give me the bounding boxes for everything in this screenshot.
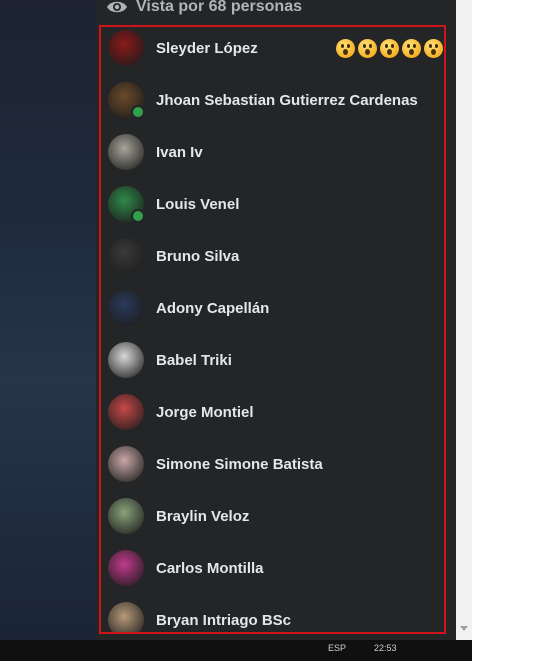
online-status-icon: [131, 105, 145, 119]
wow-emoji-icon: [402, 39, 421, 58]
avatar[interactable]: [108, 290, 144, 326]
viewer-row[interactable]: Louis Venel: [108, 184, 444, 224]
viewer-row[interactable]: Braylin Veloz: [108, 496, 444, 536]
viewer-name[interactable]: Simone Simone Batista: [156, 456, 323, 473]
scroll-down-arrow-icon[interactable]: [460, 626, 468, 631]
viewer-name[interactable]: Sleyder López: [156, 40, 258, 57]
viewer-row[interactable]: Sleyder López: [108, 28, 444, 68]
viewer-row[interactable]: Jorge Montiel: [108, 392, 444, 432]
tray-language[interactable]: ESP: [328, 643, 346, 653]
viewer-name[interactable]: Bryan Intriago BSc: [156, 612, 291, 629]
background-wallpaper: [0, 0, 96, 640]
avatar[interactable]: [108, 30, 144, 66]
viewer-name[interactable]: Adony Capellán: [156, 300, 269, 317]
viewer-name[interactable]: Carlos Montilla: [156, 560, 264, 577]
viewer-row[interactable]: Ivan Iv: [108, 132, 444, 172]
wow-emoji-icon: [358, 39, 377, 58]
avatar[interactable]: [108, 602, 144, 632]
eye-icon: [107, 1, 127, 13]
viewer-row[interactable]: Carlos Montilla: [108, 548, 444, 588]
viewer-name[interactable]: Braylin Veloz: [156, 508, 249, 525]
avatar[interactable]: [108, 82, 145, 119]
avatar[interactable]: [108, 498, 144, 534]
avatar[interactable]: [108, 550, 144, 586]
viewer-row[interactable]: Bryan Intriago BSc: [108, 600, 444, 632]
wow-emoji-icon: [336, 39, 355, 58]
avatar[interactable]: [108, 446, 144, 482]
avatar[interactable]: [108, 342, 144, 378]
avatar[interactable]: [108, 238, 144, 274]
viewer-name[interactable]: Ivan Iv: [156, 144, 203, 161]
scrollbar[interactable]: [456, 0, 472, 640]
taskbar: [0, 640, 472, 661]
viewer-name[interactable]: Jorge Montiel: [156, 404, 254, 421]
wow-emoji-icon: [380, 39, 399, 58]
views-count-label: Vista por 68 personas: [136, 0, 302, 15]
avatar[interactable]: [108, 186, 145, 223]
viewer-name[interactable]: Jhoan Sebastian Gutierrez Cardenas: [156, 92, 418, 109]
viewer-row[interactable]: Adony Capellán: [108, 288, 444, 328]
reactions-group: [336, 39, 443, 58]
viewer-name[interactable]: Louis Venel: [156, 196, 239, 213]
avatar[interactable]: [108, 134, 144, 170]
viewers-list: Sleyder López Jhoan Sebastian Gutierrez C…: [99, 25, 446, 634]
viewer-row[interactable]: Simone Simone Batista: [108, 444, 444, 484]
viewer-row[interactable]: Jhoan Sebastian Gutierrez Cardenas: [108, 80, 444, 120]
avatar[interactable]: [108, 394, 144, 430]
viewer-row[interactable]: Babel Triki: [108, 340, 444, 380]
online-status-icon: [131, 209, 145, 223]
viewer-name[interactable]: Bruno Silva: [156, 248, 239, 265]
viewer-name[interactable]: Babel Triki: [156, 352, 232, 369]
tray-clock[interactable]: 22:53: [374, 643, 397, 653]
viewer-row[interactable]: Bruno Silva: [108, 236, 444, 276]
wow-emoji-icon: [424, 39, 443, 58]
views-header: Vista por 68 personas: [106, 0, 302, 18]
